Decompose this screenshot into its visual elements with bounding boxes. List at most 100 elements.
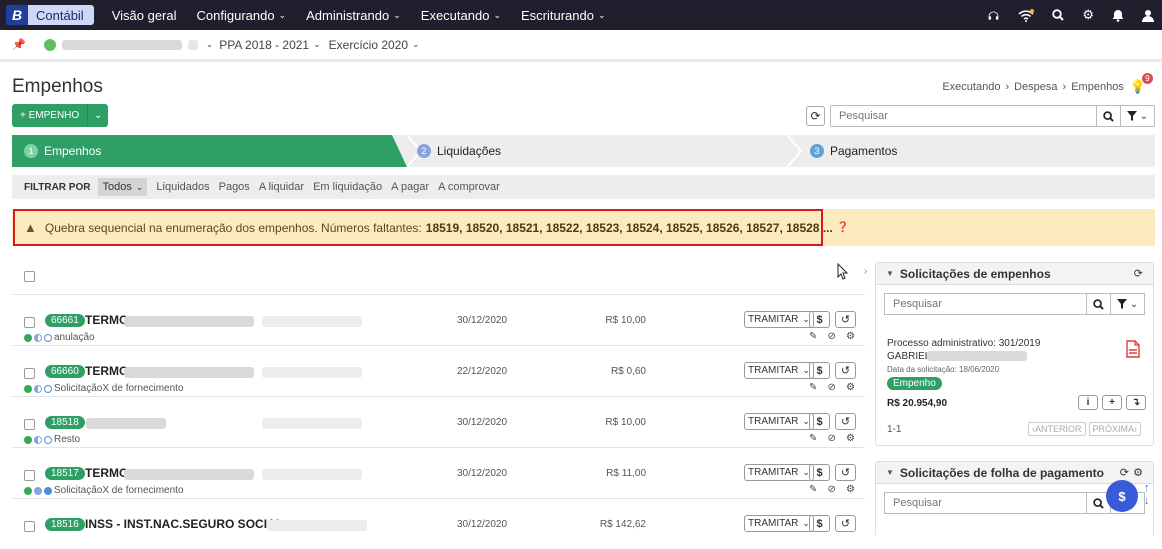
lightbulb-icon[interactable]: 💡 9 — [1130, 73, 1153, 95]
undo-button[interactable]: ↺ — [835, 515, 856, 532]
empenho-number-badge[interactable]: 18518 — [45, 416, 85, 429]
pin-icon[interactable]: 📌 — [12, 38, 26, 51]
new-empenho-button[interactable]: + EMPENHO — [12, 104, 89, 127]
empenho-number-badge[interactable]: 66661 — [45, 314, 85, 327]
search-bar: ⌄ — [830, 105, 1155, 127]
payment-button[interactable]: $ — [809, 464, 830, 481]
menu-executando[interactable]: Executando ⌄ — [421, 8, 501, 23]
table-row[interactable]: 18518 Resto 30/12/2020 R$ 10,00 TRAMITAR… — [12, 396, 865, 447]
edit-icon[interactable]: ✎ — [809, 433, 817, 444]
payment-button[interactable]: $ — [809, 515, 830, 532]
previous-page-button[interactable]: ‹ANTERIOR — [1028, 422, 1086, 436]
payment-button[interactable]: $ — [809, 311, 830, 328]
filter-liquidados[interactable]: Liquidados — [156, 181, 209, 193]
table-row[interactable]: 18517 TERMO SolicitaçãoX de fornecimento… — [12, 447, 865, 498]
table-row[interactable]: 18516 INSS - INST.NAC.SEGURO SOCIAL 30/1… — [12, 498, 865, 549]
scroll-arrows-icon[interactable]: ↑ ↓ — [1144, 482, 1150, 508]
table-row[interactable]: 66661 TERMO anulação 30/12/2020 R$ 10,00… — [12, 294, 865, 345]
floating-payment-button[interactable]: $ — [1106, 480, 1138, 512]
breadcrumb-item[interactable]: Executando — [942, 81, 1000, 93]
collapse-triangle-icon[interactable]: ▼ — [886, 269, 894, 278]
panel-search-input[interactable] — [885, 493, 1086, 513]
panel-filter-button[interactable]: ⌄ — [1110, 294, 1144, 314]
pdf-icon[interactable] — [1126, 340, 1140, 358]
search-button[interactable] — [1096, 106, 1120, 126]
row-checkbox[interactable] — [24, 317, 35, 328]
empenho-number-badge[interactable]: 66660 — [45, 365, 85, 378]
gear-icon[interactable]: ⚙ — [1133, 466, 1143, 479]
empenho-number-badge[interactable]: 18516 — [45, 518, 85, 531]
tramitar-button[interactable]: TRAMITAR ⌄ — [744, 362, 814, 379]
filter-pagos[interactable]: Pagos — [219, 181, 250, 193]
filter-a-pagar[interactable]: A pagar — [391, 181, 429, 193]
gears-icon[interactable]: ⚙ — [846, 331, 855, 342]
row-checkbox[interactable] — [24, 368, 35, 379]
collapse-triangle-icon[interactable]: ▼ — [886, 468, 894, 477]
menu-escriturando[interactable]: Escriturando ⌄ — [521, 8, 606, 23]
cancel-icon[interactable]: ⊘ — [828, 331, 836, 342]
user-icon[interactable] — [1142, 9, 1154, 22]
new-empenho-dropdown[interactable]: ⌄ — [88, 104, 108, 127]
step-empenhos[interactable]: 1 Empenhos — [12, 135, 407, 167]
menu-configurando[interactable]: Configurando ⌄ — [197, 8, 287, 23]
row-checkbox[interactable] — [24, 470, 35, 481]
edit-icon[interactable]: ✎ — [809, 331, 817, 342]
payment-button[interactable]: $ — [809, 413, 830, 430]
gears-icon[interactable]: ⚙ — [1082, 7, 1094, 23]
cancel-icon[interactable]: ⊘ — [828, 382, 836, 393]
gears-icon[interactable]: ⚙ — [846, 484, 855, 495]
select-all-checkbox[interactable] — [24, 271, 35, 282]
refresh-icon[interactable]: ⟳ — [1134, 267, 1143, 280]
tramitar-button[interactable]: TRAMITAR ⌄ — [744, 464, 814, 481]
panel-search-button[interactable] — [1086, 294, 1110, 314]
payment-button[interactable]: $ — [809, 362, 830, 379]
row-checkbox[interactable] — [24, 419, 35, 430]
panel-header[interactable]: ▼ Solicitações de empenhos ⟳ — [876, 263, 1153, 285]
cancel-icon[interactable]: ⊘ — [828, 484, 836, 495]
panel-header[interactable]: ▼ Solicitações de folha de pagamento ⟳ ⚙ — [876, 462, 1153, 484]
step-liquidacoes[interactable]: 2 Liquidações — [417, 135, 501, 167]
undo-button[interactable]: ↺ — [835, 311, 856, 328]
step-number: 3 — [810, 144, 824, 158]
cancel-icon[interactable]: ⊘ — [828, 433, 836, 444]
filter-button[interactable]: ⌄ — [1120, 106, 1154, 126]
filter-active-todos[interactable]: Todos ⌄ — [98, 178, 148, 196]
filter-a-liquidar[interactable]: A liquidar — [259, 181, 304, 193]
info-button[interactable]: i — [1078, 395, 1098, 410]
edit-icon[interactable]: ✎ — [809, 484, 817, 495]
gears-icon[interactable]: ⚙ — [846, 433, 855, 444]
empenho-number-badge[interactable]: 18517 — [45, 467, 85, 480]
undo-button[interactable]: ↺ — [835, 413, 856, 430]
filter-em-liquidacao[interactable]: Em liquidação — [313, 181, 382, 193]
refresh-icon[interactable]: ⟳ — [1120, 466, 1129, 479]
tramitar-button[interactable]: TRAMITAR ⌄ — [744, 515, 814, 532]
filter-a-comprovar[interactable]: A comprovar — [438, 181, 500, 193]
ppa-selector[interactable]: ⌄ PPA 2018 - 2021 ⌄ — [206, 38, 321, 52]
help-icon[interactable]: ❓ — [837, 222, 849, 233]
collapse-panel-icon[interactable]: › — [864, 266, 867, 277]
undo-button[interactable]: ↺ — [835, 464, 856, 481]
tramitar-button[interactable]: TRAMITAR ⌄ — [744, 311, 814, 328]
panel-search-input[interactable] — [885, 294, 1086, 314]
step-pagamentos[interactable]: 3 Pagamentos — [810, 135, 897, 167]
headset-icon[interactable] — [987, 9, 1000, 22]
menu-administrando[interactable]: Administrando ⌄ — [306, 8, 401, 23]
wifi-icon[interactable] — [1018, 8, 1035, 22]
undo-button[interactable]: ↺ — [835, 362, 856, 379]
menu-visao-geral[interactable]: Visão geral — [112, 8, 177, 23]
gears-icon[interactable]: ⚙ — [846, 382, 855, 393]
search-icon[interactable] — [1052, 9, 1065, 21]
search-input[interactable] — [831, 106, 1096, 126]
next-page-button[interactable]: PRÓXIMA› — [1088, 422, 1142, 436]
row-checkbox[interactable] — [24, 521, 35, 532]
table-row[interactable]: 66660 TERMO SolicitaçãoX de fornecimento… — [12, 345, 865, 396]
tramitar-button[interactable]: TRAMITAR ⌄ — [744, 413, 814, 430]
exercicio-selector[interactable]: Exercício 2020 ⌄ — [329, 38, 420, 52]
redirect-button[interactable]: ↴ — [1126, 395, 1146, 410]
add-button[interactable]: + — [1102, 395, 1122, 410]
refresh-button[interactable]: ⟳ — [806, 106, 825, 126]
bell-icon[interactable] — [1112, 9, 1124, 22]
edit-icon[interactable]: ✎ — [809, 382, 817, 393]
breadcrumb-item[interactable]: Despesa — [1014, 81, 1057, 93]
app-brand[interactable]: B Contábil — [6, 5, 94, 25]
